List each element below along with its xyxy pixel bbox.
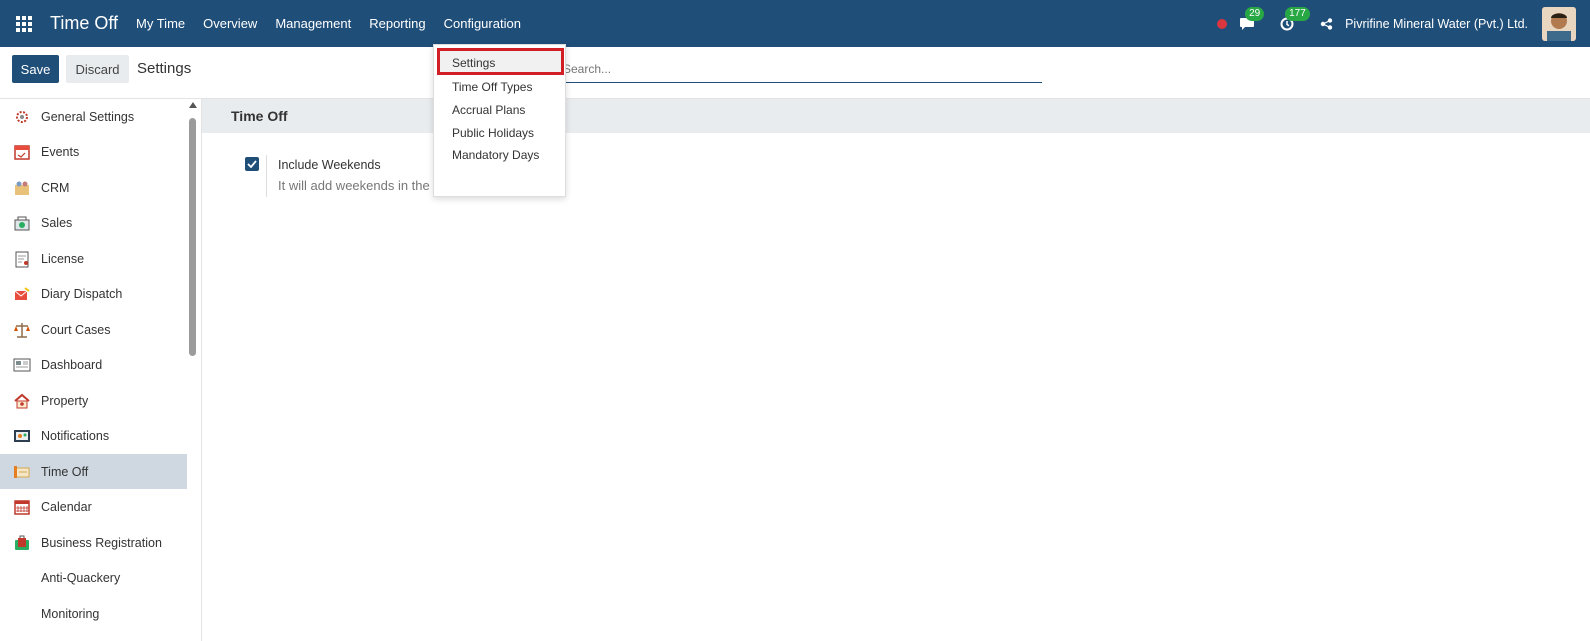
house-icon — [12, 391, 32, 411]
include-weekends-checkbox[interactable] — [245, 157, 259, 171]
sidebar-item-sales[interactable]: Sales — [0, 205, 187, 240]
sidebar-item-crm[interactable]: CRM — [0, 170, 187, 205]
search-input[interactable] — [555, 55, 1042, 83]
company-name[interactable]: Pivrifine Mineral Water (Pvt.) Ltd. — [1345, 17, 1528, 31]
company-switch-icon[interactable] — [1317, 14, 1337, 34]
menu-reporting[interactable]: Reporting — [369, 16, 425, 31]
dropdown-item-time-off-types[interactable]: Time Off Types — [452, 80, 532, 94]
discard-button[interactable]: Discard — [66, 55, 129, 83]
sidebar-item-calendar[interactable]: Calendar — [0, 489, 187, 524]
setting-divider — [266, 155, 267, 197]
apps-menu-icon[interactable] — [0, 0, 47, 47]
section-header: Time Off — [202, 99, 1590, 133]
time-off-icon — [12, 462, 32, 482]
scales-icon — [12, 320, 32, 340]
sidebar-scrollbar[interactable] — [188, 102, 198, 638]
dropdown-item-mandatory-days[interactable]: Mandatory Days — [452, 148, 539, 162]
configuration-dropdown: Settings Time Off Types Accrual Plans Pu… — [433, 44, 566, 197]
settings-sidebar: General Settings Events CRM Sales Licens… — [0, 99, 202, 641]
scroll-up-arrow-icon[interactable] — [189, 102, 197, 108]
include-weekends-label: Include Weekends — [278, 158, 381, 172]
calendar-icon — [12, 497, 32, 517]
activity-clock-icon[interactable]: 177 — [1277, 6, 1310, 34]
sidebar-item-notifications[interactable]: Notifications — [0, 418, 187, 453]
notification-icon — [12, 426, 32, 446]
top-navbar: Time Off My Time Overview Management Rep… — [0, 0, 1590, 47]
systray: 29 177 Pivrifine Mineral Water (Pvt.) Lt… — [1217, 0, 1590, 47]
license-icon — [12, 249, 32, 269]
dropdown-item-accrual-plans[interactable]: Accrual Plans — [452, 103, 525, 117]
breadcrumb: Settings — [137, 60, 192, 77]
scroll-thumb[interactable] — [189, 118, 196, 356]
status-dot-icon[interactable] — [1217, 18, 1228, 29]
sales-icon — [12, 213, 32, 233]
activities-badge: 177 — [1285, 6, 1310, 21]
save-button[interactable]: Save — [12, 55, 59, 83]
sidebar-item-anti-quackery[interactable]: Anti-Quackery — [0, 560, 187, 595]
messages-icon[interactable]: 29 — [1237, 6, 1265, 34]
sidebar-item-court-cases[interactable]: Court Cases — [0, 312, 187, 347]
sidebar-item-events[interactable]: Events — [0, 134, 187, 169]
user-avatar[interactable] — [1542, 6, 1576, 41]
envelope-icon — [12, 284, 32, 304]
menu-management[interactable]: Management — [275, 16, 351, 31]
sidebar-item-business-registration[interactable]: Business Registration — [0, 525, 187, 560]
gear-icon — [12, 107, 32, 127]
app-title[interactable]: Time Off — [50, 13, 118, 34]
crm-icon — [12, 178, 32, 198]
dashboard-icon — [12, 355, 32, 375]
sidebar-item-general-settings[interactable]: General Settings — [0, 99, 187, 134]
calendar-event-icon — [12, 142, 32, 162]
control-panel: Save Discard Settings — [0, 47, 1590, 99]
sidebar-item-time-off[interactable]: Time Off — [0, 454, 187, 489]
dropdown-item-public-holidays[interactable]: Public Holidays — [452, 126, 534, 140]
sidebar-item-dashboard[interactable]: Dashboard — [0, 347, 187, 382]
sidebar-item-property[interactable]: Property — [0, 383, 187, 418]
menu-configuration[interactable]: Configuration — [444, 16, 521, 31]
dropdown-item-settings[interactable]: Settings — [452, 56, 495, 70]
include-weekends-help: It will add weekends in the — [278, 178, 430, 193]
briefcase-icon — [12, 533, 32, 553]
menu-my-time[interactable]: My Time — [136, 16, 185, 31]
sidebar-item-diary-dispatch[interactable]: Diary Dispatch — [0, 276, 187, 311]
sidebar-item-license[interactable]: License — [0, 241, 187, 276]
menu-overview[interactable]: Overview — [203, 16, 257, 31]
messages-badge: 29 — [1245, 6, 1265, 21]
section-title: Time Off — [231, 108, 288, 124]
sidebar-item-monitoring[interactable]: Monitoring — [0, 596, 187, 631]
